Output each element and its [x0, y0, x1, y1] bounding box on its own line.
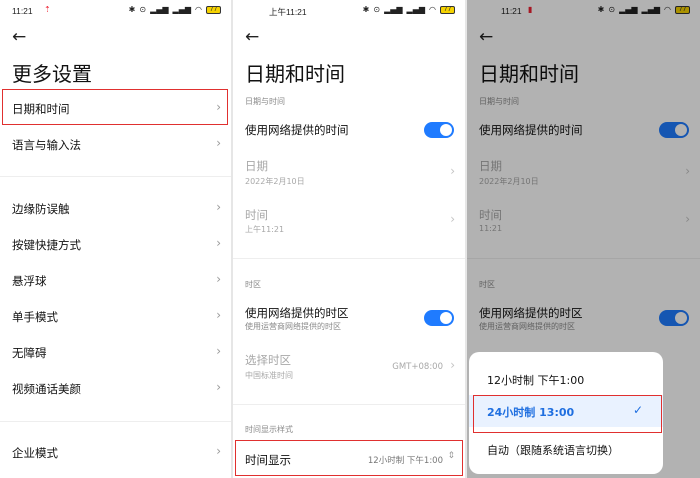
settings-item-label: 单手模式	[12, 310, 58, 324]
section-header-timezone: 时区	[245, 280, 261, 289]
signal-icon: ▂▄▆	[384, 5, 403, 14]
option-label: 12小时制 下午1:00	[487, 374, 585, 387]
section-header-date-time: 日期与时间	[245, 97, 285, 106]
select-tz-sub: 中国标准时间	[245, 371, 293, 380]
highlight-box	[2, 89, 228, 125]
status-icons: ✱ ⊙ ▂▄▆ ▂▄▆ ◠ 77	[129, 5, 221, 14]
settings-item-label: 视频通话美颜	[12, 382, 81, 396]
back-arrow-icon[interactable]: ←	[245, 27, 259, 47]
network-tz-toggle[interactable]	[424, 310, 454, 326]
divider	[233, 258, 465, 259]
settings-item-label: 悬浮球	[12, 274, 47, 288]
divider	[0, 421, 231, 422]
highlight-box	[235, 440, 463, 476]
bluetooth-icon: ✱	[128, 5, 136, 14]
network-time-toggle[interactable]	[424, 122, 454, 138]
chevron-right-icon: ›	[216, 308, 221, 322]
wifi-icon: ◠	[429, 5, 436, 14]
settings-item-shortcuts[interactable]: 按键快捷方式 ›	[0, 235, 231, 257]
network-tz-sub: 使用运营商网络提供的时区	[245, 322, 341, 331]
settings-item-video-beauty[interactable]: 视频通话美颜 ›	[0, 379, 231, 401]
settings-item-edge[interactable]: 边缘防误触 ›	[0, 199, 231, 221]
select-tz-label: 选择时区	[245, 353, 291, 367]
screen-date-time: 上午11:21 ✱ ⊙ ▂▄▆ ▂▄▆ ◠ 77 ← 日期和时间 日期与时间 使…	[233, 0, 465, 478]
chevron-right-icon: ›	[216, 380, 221, 394]
battery-icon: 77	[440, 5, 455, 14]
option-12-hour[interactable]: 12小时制 下午1:00	[469, 372, 663, 390]
alarm-icon: ⊙	[373, 5, 381, 14]
divider	[0, 176, 231, 177]
status-bar: 11:21 ⇡ ✱ ⊙ ▂▄▆ ▂▄▆ ◠ 77	[0, 0, 231, 22]
section-header-time-format: 时间显示样式	[245, 425, 293, 434]
option-auto[interactable]: 自动（跟随系统语言切换）	[469, 442, 663, 460]
notification-icon: ⇡	[44, 5, 51, 14]
settings-item-label: 语言与输入法	[12, 138, 81, 152]
chevron-right-icon: ›	[450, 358, 455, 372]
time-value: 上午11:21	[245, 225, 285, 234]
divider	[233, 404, 465, 405]
status-icons: ✱ ⊙ ▂▄▆ ▂▄▆ ◠ 77	[363, 5, 455, 14]
signal-icon: ▂▄▆	[150, 5, 169, 14]
option-label: 自动（跟随系统语言切换）	[487, 444, 619, 457]
status-time: 上午11:21	[269, 7, 307, 17]
date-value: 2022年2月10日	[245, 177, 305, 186]
toggle-knob	[440, 124, 452, 136]
chevron-right-icon: ›	[450, 212, 455, 226]
chevron-right-icon: ›	[450, 164, 455, 178]
screen-date-time-dialog: 11:21 ▮ ✱ ⊙ ▂▄▆ ▂▄▆ ◠ 77 ← 日期和时间 日期与时间 使…	[467, 0, 700, 478]
highlight-box	[473, 395, 662, 433]
settings-item-label: 边缘防误触	[12, 202, 70, 216]
screen-more-settings: 11:21 ⇡ ✱ ⊙ ▂▄▆ ▂▄▆ ◠ 77 ← 更多设置 日期和时间 › …	[0, 0, 231, 478]
toggle-knob	[440, 312, 452, 324]
network-time-label: 使用网络提供的时间	[245, 123, 349, 137]
chevron-right-icon: ›	[216, 236, 221, 250]
alarm-icon: ⊙	[139, 5, 147, 14]
chevron-right-icon: ›	[216, 272, 221, 286]
chevron-right-icon: ›	[216, 200, 221, 214]
wifi-icon: ◠	[195, 5, 202, 14]
settings-item-language[interactable]: 语言与输入法 ›	[0, 135, 231, 157]
status-time: 11:21	[12, 6, 33, 16]
status-bar: 上午11:21 ✱ ⊙ ▂▄▆ ▂▄▆ ◠ 77	[233, 0, 465, 22]
page-title: 更多设置	[12, 62, 92, 86]
select-tz-value: GMT+08:00	[392, 362, 443, 372]
back-arrow-icon[interactable]: ←	[12, 27, 26, 47]
time-label: 时间	[245, 208, 268, 222]
chevron-right-icon: ›	[216, 344, 221, 358]
settings-item-enterprise[interactable]: 企业模式 ›	[0, 443, 231, 465]
signal-icon-2: ▂▄▆	[172, 5, 192, 14]
settings-item-floating-ball[interactable]: 悬浮球 ›	[0, 271, 231, 293]
network-tz-label: 使用网络提供的时区	[245, 306, 349, 320]
settings-item-label: 按键快捷方式	[12, 238, 81, 252]
settings-item-one-hand[interactable]: 单手模式 ›	[0, 307, 231, 329]
settings-item-label: 无障碍	[12, 346, 47, 360]
settings-item-label: 企业模式	[12, 446, 58, 460]
bluetooth-icon: ✱	[362, 5, 370, 14]
chevron-right-icon: ›	[216, 444, 221, 458]
battery-icon: 77	[206, 5, 221, 14]
page-title: 日期和时间	[245, 62, 345, 86]
chevron-right-icon: ›	[216, 136, 221, 150]
date-label: 日期	[245, 159, 268, 173]
settings-item-accessibility[interactable]: 无障碍 ›	[0, 343, 231, 365]
signal-icon-2: ▂▄▆	[406, 5, 426, 14]
